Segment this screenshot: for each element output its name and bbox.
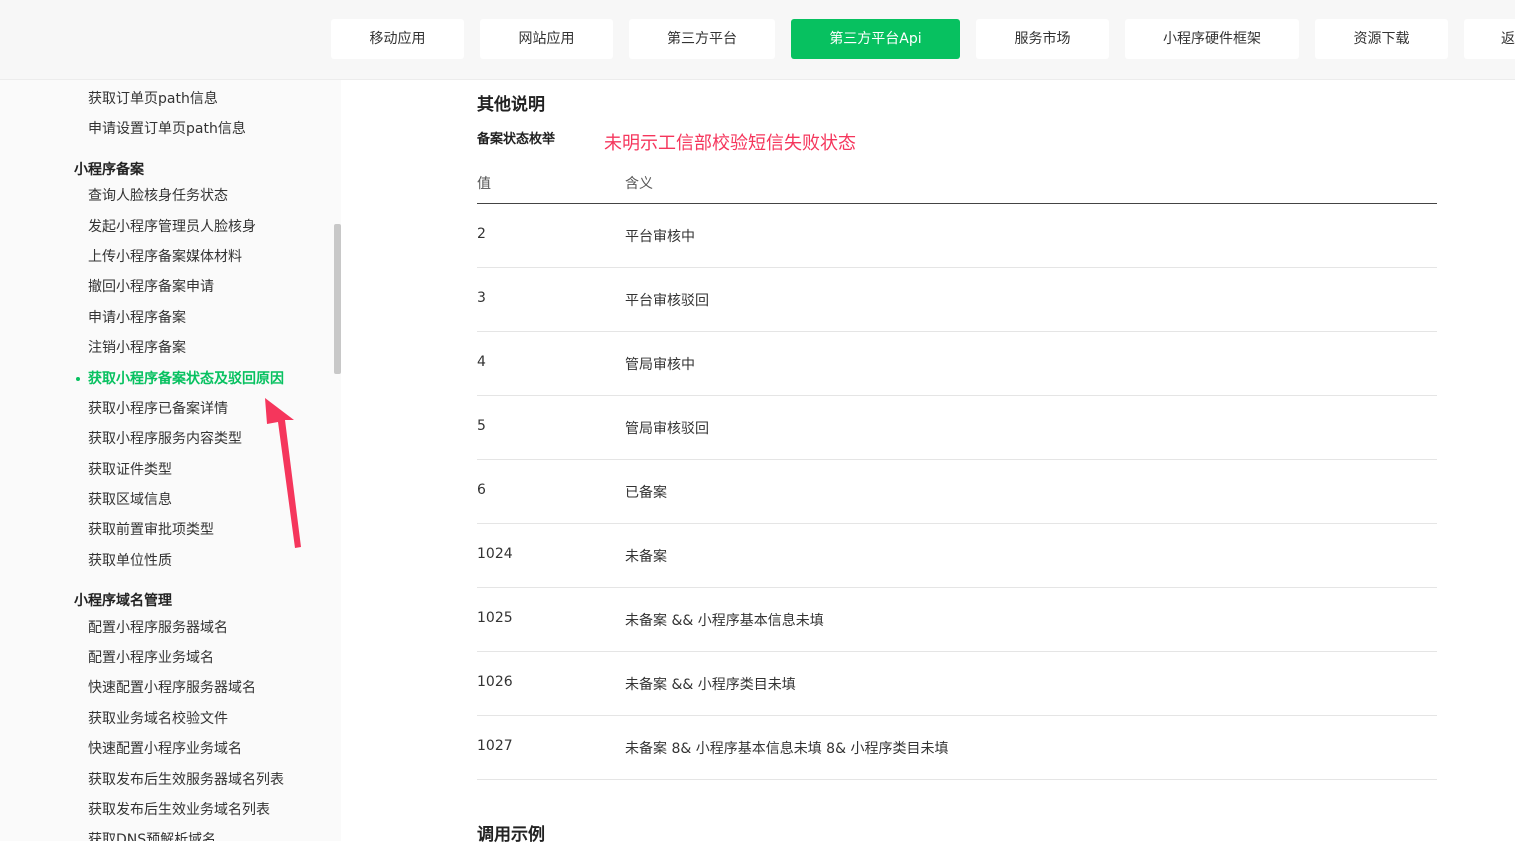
nav-resource-download[interactable]: 资源下载: [1315, 19, 1448, 59]
cell-meaning: 已备案: [625, 485, 667, 501]
cell-value: 1027: [477, 738, 513, 754]
nav-hardware-framework[interactable]: 小程序硬件框架: [1125, 19, 1299, 59]
cell-value: 5: [477, 418, 486, 434]
table-row: 1027 未备案 8& 小程序基本信息未填 8& 小程序类目未填: [477, 716, 1437, 780]
sidebar-scrollbar[interactable]: [334, 224, 341, 374]
status-enum-table: 值 含义 2 平台审核中 3 平台审核驳回 4 管局审核中 5 管局审核驳回 6…: [477, 166, 1437, 780]
sidebar-item[interactable]: 获取单位性质: [88, 551, 172, 571]
sidebar-item[interactable]: 配置小程序服务器域名: [88, 618, 228, 638]
nav-website-app[interactable]: 网站应用: [480, 19, 613, 59]
section-title: 其他说明: [477, 95, 545, 115]
table-row: 2 平台审核中: [477, 204, 1437, 268]
cell-value: 3: [477, 290, 486, 306]
top-navigation: 移动应用 网站应用 第三方平台 第三方平台Api 服务市场 小程序硬件框架 资源…: [0, 0, 1515, 80]
sidebar-item-active[interactable]: 获取小程序备案状态及驳回原因: [76, 369, 284, 389]
table-row: 1025 未备案 && 小程序基本信息未填: [477, 588, 1437, 652]
table-header: 值 含义: [477, 166, 1437, 204]
table-row: 4 管局审核中: [477, 332, 1437, 396]
sidebar-item[interactable]: 获取前置审批项类型: [88, 520, 214, 540]
sidebar-item[interactable]: 获取小程序服务内容类型: [88, 429, 242, 449]
cell-value: 1025: [477, 610, 513, 626]
sidebar-item[interactable]: 注销小程序备案: [88, 338, 186, 358]
sidebar-item[interactable]: 发起小程序管理员人脸核身: [88, 217, 256, 237]
nav-mobile-app[interactable]: 移动应用: [331, 19, 464, 59]
sidebar-item[interactable]: 上传小程序备案媒体材料: [88, 247, 242, 267]
sidebar-item[interactable]: 快速配置小程序业务域名: [88, 739, 242, 759]
table-row: 5 管局审核驳回: [477, 396, 1437, 460]
sidebar-section-title: 小程序备案: [74, 162, 144, 178]
sidebar-item[interactable]: 快速配置小程序服务器域名: [88, 678, 256, 698]
header-value: 值: [477, 176, 491, 192]
nav-third-party-api[interactable]: 第三方平台Api: [791, 19, 960, 59]
cell-meaning: 未备案: [625, 549, 667, 565]
header-meaning: 含义: [625, 176, 653, 192]
cell-meaning: 平台审核驳回: [625, 293, 709, 309]
sidebar-item[interactable]: 获取区域信息: [88, 490, 172, 510]
cell-meaning: 未备案 && 小程序基本信息未填: [625, 613, 824, 629]
section-title-example: 调用示例: [477, 825, 545, 845]
nav-third-party-platform[interactable]: 第三方平台: [629, 19, 775, 59]
up-left-arrow-icon: [265, 398, 301, 548]
sidebar-item[interactable]: 获取订单页path信息: [88, 89, 218, 109]
sidebar-item[interactable]: 获取发布后生效服务器域名列表: [88, 770, 284, 790]
cell-value: 2: [477, 226, 486, 242]
cell-value: 4: [477, 354, 486, 370]
sidebar-item[interactable]: 获取DNS预解析域名: [88, 830, 216, 841]
sidebar-section-title: 小程序域名管理: [74, 593, 172, 609]
table-row: 1024 未备案: [477, 524, 1437, 588]
sidebar-item[interactable]: 获取证件类型: [88, 460, 172, 480]
table-row: 6 已备案: [477, 460, 1437, 524]
cell-value: 1026: [477, 674, 513, 690]
cell-value: 6: [477, 482, 486, 498]
main-content: 其他说明 备案状态枚举 未明示工信部校验短信失败状态 值 含义 2 平台审核中 …: [341, 80, 1515, 845]
cell-meaning: 管局审核驳回: [625, 421, 709, 437]
sidebar-item[interactable]: 获取发布后生效业务域名列表: [88, 800, 270, 820]
sidebar-item[interactable]: 撤回小程序备案申请: [88, 277, 214, 297]
annotation-text: 未明示工信部校验短信失败状态: [604, 133, 856, 154]
table-row: 3 平台审核驳回: [477, 268, 1437, 332]
sidebar-item[interactable]: 配置小程序业务域名: [88, 648, 214, 668]
sidebar-item[interactable]: 获取业务域名校验文件: [88, 709, 228, 729]
sidebar-item[interactable]: 获取小程序已备案详情: [88, 399, 228, 419]
table-row: 1026 未备案 && 小程序类目未填: [477, 652, 1437, 716]
sidebar-item[interactable]: 申请设置订单页path信息: [88, 119, 246, 139]
nav-return[interactable]: 返: [1464, 19, 1515, 59]
cell-meaning: 管局审核中: [625, 357, 695, 373]
cell-meaning: 平台审核中: [625, 229, 695, 245]
cell-value: 1024: [477, 546, 513, 562]
cell-meaning: 未备案 && 小程序类目未填: [625, 677, 796, 693]
sidebar-item[interactable]: 申请小程序备案: [88, 308, 186, 328]
cell-meaning: 未备案 8& 小程序基本信息未填 8& 小程序类目未填: [625, 741, 949, 757]
sidebar-item[interactable]: 查询人脸核身任务状态: [88, 186, 228, 206]
table-caption: 备案状态枚举: [477, 132, 556, 147]
nav-service-market[interactable]: 服务市场: [976, 19, 1109, 59]
